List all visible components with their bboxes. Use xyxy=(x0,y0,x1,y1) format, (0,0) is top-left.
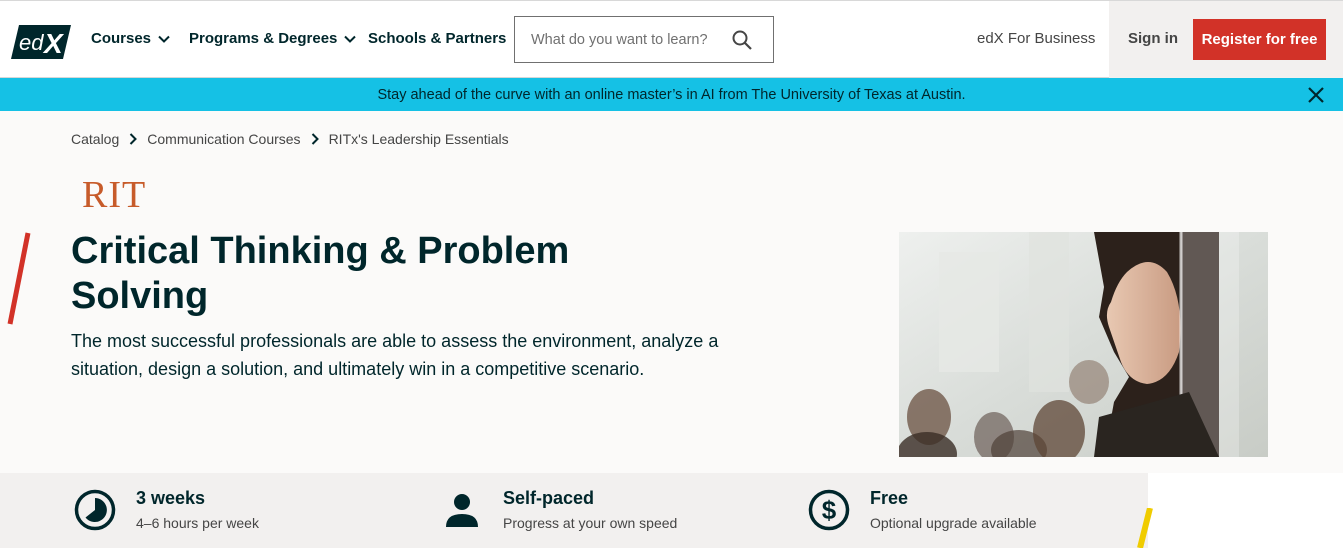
stat-price-subtitle: Optional upgrade available xyxy=(870,515,1037,531)
svg-text:$: $ xyxy=(822,495,837,525)
stat-price: $ Free Optional upgrade available xyxy=(808,487,1037,531)
chevron-down-icon xyxy=(158,35,170,43)
nav-courses[interactable]: Courses xyxy=(91,30,171,47)
search-box xyxy=(514,16,774,63)
register-button[interactable]: Register for free xyxy=(1193,19,1326,60)
stat-duration-subtitle: 4–6 hours per week xyxy=(136,515,259,531)
chevron-right-icon xyxy=(311,133,319,145)
chevron-down-icon xyxy=(344,35,357,43)
course-title: Critical Thinking & Problem Solving xyxy=(71,230,570,317)
stat-pacing-subtitle: Progress at your own speed xyxy=(503,515,678,531)
promo-banner: Stay ahead of the curve with an online m… xyxy=(0,78,1343,111)
sign-in-link[interactable]: Sign in xyxy=(1128,30,1178,47)
site-header: ed X Courses Programs & Degrees Schools … xyxy=(0,0,1343,78)
dollar-icon: $ xyxy=(808,489,850,531)
breadcrumb-leadership-essentials[interactable]: RITx's Leadership Essentials xyxy=(329,131,509,147)
chevron-right-icon xyxy=(130,133,138,145)
clock-icon xyxy=(74,489,116,531)
stat-pacing: Self-paced Progress at your own speed xyxy=(441,487,677,531)
close-icon[interactable] xyxy=(1307,86,1325,104)
accent-slash xyxy=(7,232,31,325)
stat-duration: 3 weeks 4–6 hours per week xyxy=(74,487,259,531)
stat-price-title: Free xyxy=(870,488,909,508)
accent-yellow-slash xyxy=(1137,508,1153,548)
search-input[interactable] xyxy=(531,31,731,48)
nav-programs-degrees[interactable]: Programs & Degrees xyxy=(189,30,357,47)
edx-for-business-link[interactable]: edX For Business xyxy=(977,30,1095,47)
nav-courses-label: Courses xyxy=(91,30,152,47)
stats-white-panel xyxy=(1148,473,1343,548)
breadcrumb: Catalog Communication Courses RITx's Lea… xyxy=(71,131,509,147)
nav-programs-label: Programs & Degrees xyxy=(189,30,338,47)
rit-logo[interactable]: RIT xyxy=(82,173,146,217)
nav-schools-partners[interactable]: Schools & Partners xyxy=(368,30,506,47)
stat-pacing-title: Self-paced xyxy=(503,488,595,508)
breadcrumb-communication-courses[interactable]: Communication Courses xyxy=(147,131,300,147)
search-icon[interactable] xyxy=(731,29,753,51)
stat-duration-title: 3 weeks xyxy=(136,488,206,508)
breadcrumb-catalog[interactable]: Catalog xyxy=(71,131,119,147)
course-hero-image xyxy=(899,232,1268,457)
nav-schools-label: Schools & Partners xyxy=(368,30,507,47)
svg-text:ed: ed xyxy=(19,30,44,55)
person-icon xyxy=(446,494,478,527)
promo-banner-text[interactable]: Stay ahead of the curve with an online m… xyxy=(377,87,965,103)
edx-logo[interactable]: ed X xyxy=(11,23,71,61)
course-hero: Catalog Communication Courses RITx's Lea… xyxy=(0,111,1343,473)
course-description: The most successful professionals are ab… xyxy=(71,331,719,379)
svg-text:X: X xyxy=(42,28,65,59)
